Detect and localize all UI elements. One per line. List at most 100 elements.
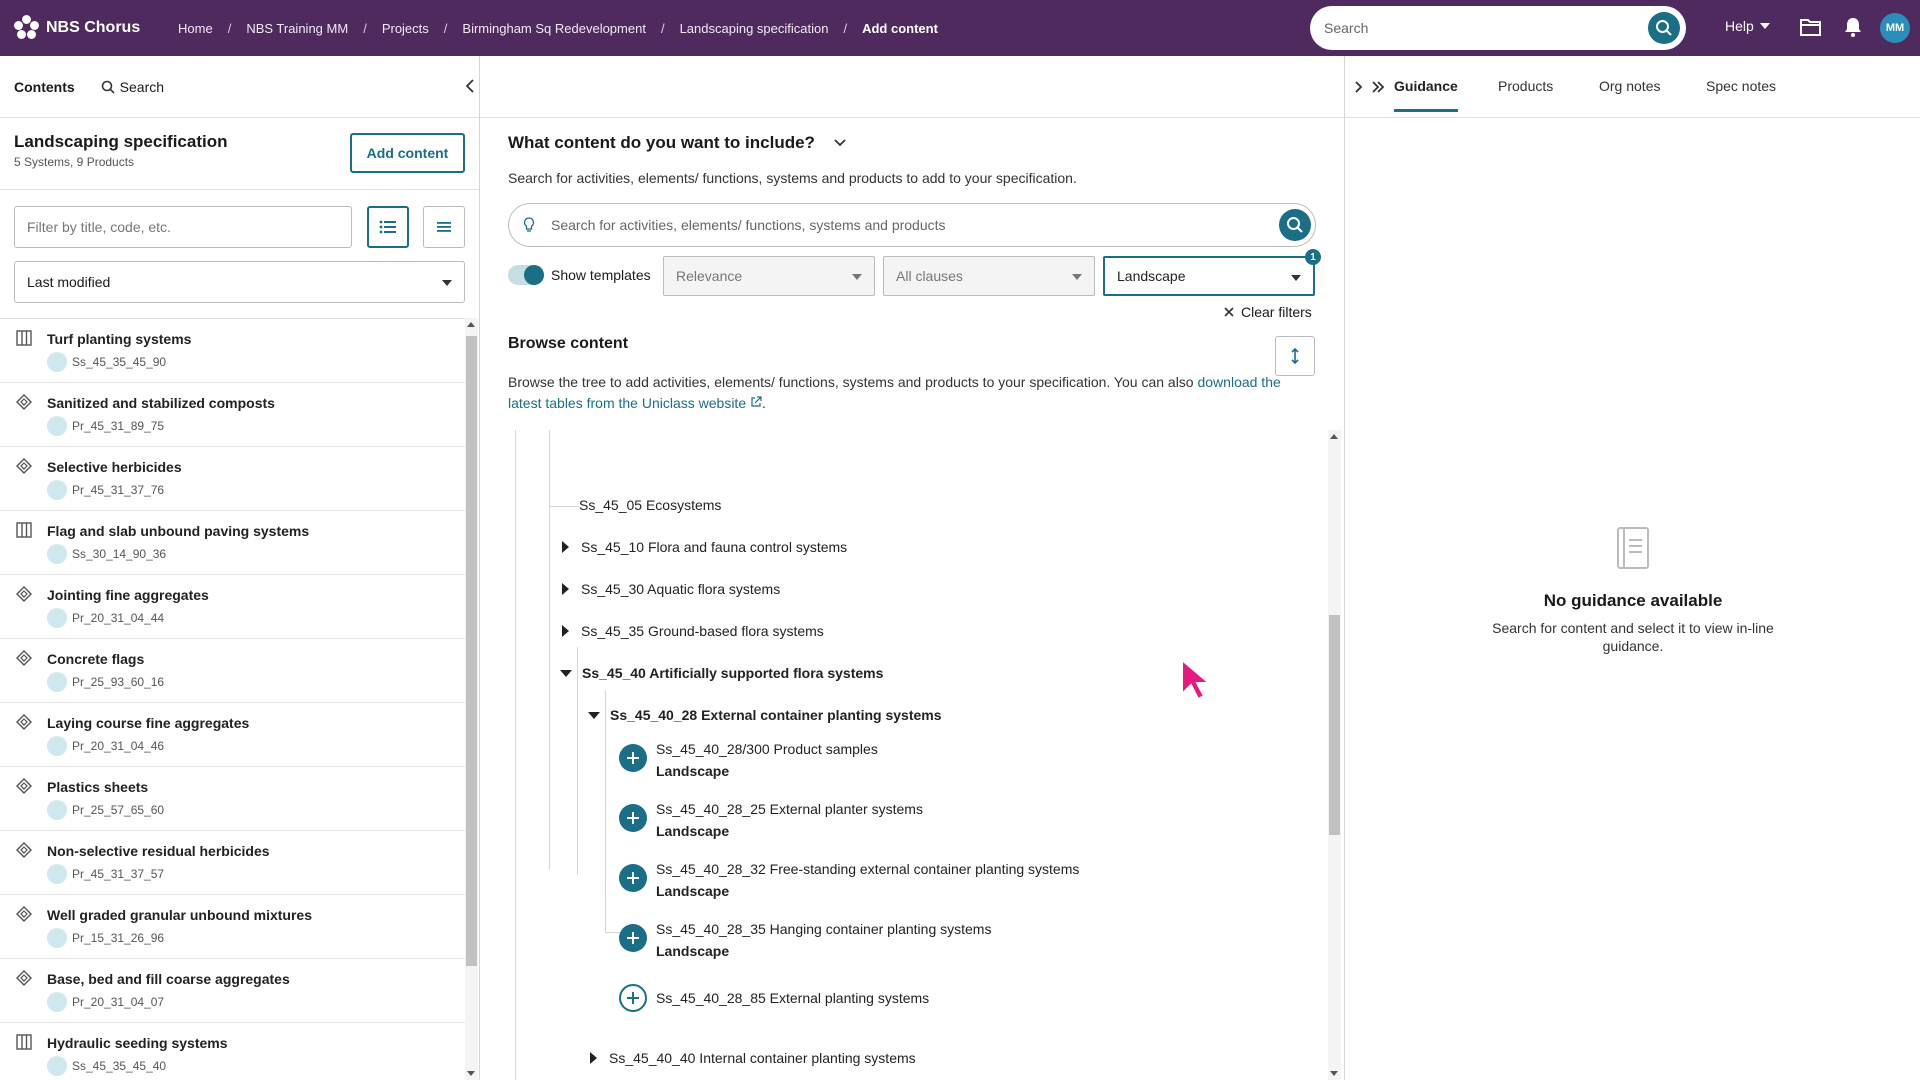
add-content-button[interactable]: Add content	[350, 133, 465, 173]
tree-node-artificially-supported[interactable]: Ss_45_40 Artificially supported flora sy…	[560, 665, 883, 681]
sort-select[interactable]: Last modified	[14, 261, 465, 303]
content-list-item[interactable]: Plastics sheets Pr_25_57_65_60	[0, 767, 465, 831]
content-item-code: Pr_20_31_04_07	[72, 995, 165, 1009]
show-templates-label: Show templates	[551, 267, 651, 283]
content-list-item[interactable]: Hydraulic seeding systems Ss_45_35_45_40	[0, 1023, 465, 1080]
breadcrumb: Home / NBS Training MM / Projects / Birm…	[178, 21, 938, 36]
tree-node-internal-container[interactable]: Ss_45_40_40 Internal container planting …	[590, 1050, 916, 1066]
global-search-button[interactable]	[1648, 12, 1680, 44]
scroll-down-arrow-icon[interactable]	[1330, 1071, 1338, 1076]
breadcrumb-organisation[interactable]: NBS Training MM	[246, 21, 348, 36]
list-view-icon	[379, 220, 396, 234]
tree-guide-line	[577, 647, 578, 875]
tab-guidance[interactable]: Guidance	[1394, 78, 1458, 112]
scrollbar-thumb[interactable]	[466, 336, 477, 966]
notifications-bell-icon[interactable]	[1843, 16, 1863, 38]
tab-search-label: Search	[119, 78, 165, 95]
breadcrumb-separator: /	[443, 20, 448, 36]
product-icon	[16, 906, 32, 922]
tree-node-ground-based[interactable]: Ss_45_35 Ground-based flora systems	[562, 623, 824, 639]
scope-dropdown[interactable]: Landscape 1	[1103, 249, 1321, 296]
clauses-dropdown[interactable]: All clauses	[883, 256, 1095, 296]
status-dot	[47, 1056, 67, 1076]
collapse-caret-icon[interactable]	[560, 669, 572, 677]
content-list-item[interactable]: Non-selective residual herbicides Pr_45_3…	[0, 831, 465, 895]
tree-node-aquatic[interactable]: Ss_45_30 Aquatic flora systems	[562, 581, 780, 597]
tab-spec-notes[interactable]: Spec notes	[1706, 78, 1776, 94]
product-icon	[16, 394, 32, 410]
scroll-up-arrow-icon[interactable]	[1330, 434, 1338, 439]
content-list-item[interactable]: Well graded granular unbound mixtures Pr_…	[0, 895, 465, 959]
tree-scrollbar[interactable]	[1328, 430, 1341, 1080]
content-list-item[interactable]: Base, bed and fill coarse aggregates Pr_2…	[0, 959, 465, 1023]
breadcrumb-projects[interactable]: Projects	[382, 21, 429, 36]
scroll-up-arrow-icon[interactable]	[467, 322, 475, 327]
tree-item-title[interactable]: Ss_45_40_28_25 External planter systems	[656, 801, 923, 817]
filter-input[interactable]	[14, 206, 352, 248]
content-list-item[interactable]: Jointing fine aggregates Pr_20_31_04_44	[0, 575, 465, 639]
list-view-button[interactable]	[367, 206, 409, 248]
tree-node-flora-fauna[interactable]: Ss_45_10 Flora and fauna control systems	[562, 539, 847, 555]
tree-item-title[interactable]: Ss_45_40_28_85 External planting systems	[656, 990, 929, 1006]
content-list-item[interactable]: Flag and slab unbound paving systems Ss_3…	[0, 511, 465, 575]
product-icon	[16, 586, 32, 602]
clear-filters-button[interactable]: Clear filters	[1224, 304, 1312, 320]
breadcrumb-specification[interactable]: Landscaping specification	[680, 21, 829, 36]
collapse-caret-icon[interactable]	[588, 711, 600, 719]
add-to-spec-button[interactable]	[619, 924, 647, 952]
collapse-panel-chevron-left-icon[interactable]	[463, 78, 477, 94]
add-content-main: What content do you want to include? Sea…	[480, 56, 1344, 1080]
expand-caret-icon[interactable]	[562, 583, 569, 595]
content-list-item[interactable]: Turf planting systems Ss_45_35_45_90	[0, 319, 465, 383]
content-item-code-row: Pr_45_31_37_57	[47, 864, 465, 884]
expand-caret-icon[interactable]	[590, 1052, 597, 1064]
status-dot	[47, 928, 67, 948]
double-chevron-right-icon[interactable]	[1371, 80, 1385, 94]
scrollbar-thumb[interactable]	[1329, 615, 1340, 835]
content-list-item[interactable]: Selective herbicides Pr_45_31_37_76	[0, 447, 465, 511]
app-logo[interactable]: NBS Chorus	[14, 15, 142, 41]
folder-icon[interactable]	[1799, 16, 1823, 38]
tree-node-external-container[interactable]: Ss_45_40_28 External container planting …	[588, 707, 942, 723]
content-list-item[interactable]: Sanitized and stabilized composts Pr_45_3…	[0, 383, 465, 447]
content-list-scrollbar[interactable]	[465, 318, 478, 1080]
content-search-input[interactable]	[551, 217, 1251, 233]
expand-collapse-tree-button[interactable]	[1275, 336, 1315, 376]
tree-item-title[interactable]: Ss_45_40_28/300 Product samples	[656, 741, 878, 757]
add-to-spec-button[interactable]	[619, 984, 647, 1012]
chevron-right-icon[interactable]	[1353, 80, 1363, 94]
compact-view-button[interactable]	[423, 206, 465, 248]
add-to-spec-button[interactable]	[619, 804, 647, 832]
tab-search[interactable]: Search	[101, 79, 164, 95]
relevance-dropdown[interactable]: Relevance	[663, 256, 875, 296]
content-search-button[interactable]	[1279, 209, 1311, 241]
add-to-spec-button[interactable]	[619, 864, 647, 892]
content-item-title: Turf planting systems	[47, 331, 192, 347]
content-list-item[interactable]: Laying course fine aggregates Pr_20_31_04…	[0, 703, 465, 767]
show-templates-toggle[interactable]	[508, 265, 544, 285]
content-list-item[interactable]: Concrete flags Pr_25_93_60_16	[0, 639, 465, 703]
status-dot	[47, 864, 67, 884]
tab-org-notes[interactable]: Org notes	[1599, 78, 1660, 94]
breadcrumb-current: Add content	[862, 20, 938, 36]
expand-caret-icon[interactable]	[562, 625, 569, 637]
help-menu[interactable]: Help	[1725, 18, 1770, 34]
tab-contents[interactable]: Contents	[14, 79, 75, 95]
tree-item-title[interactable]: Ss_45_40_28_35 Hanging container plantin…	[656, 921, 991, 937]
content-question[interactable]: What content do you want to include?	[508, 133, 847, 153]
tree-node-ecosystems[interactable]: Ss_45_05 Ecosystems	[579, 497, 721, 513]
scroll-down-arrow-icon[interactable]	[467, 1071, 475, 1076]
user-avatar[interactable]: MM	[1880, 13, 1910, 43]
breadcrumb-project[interactable]: Birmingham Sq Redevelopment	[462, 21, 646, 36]
breadcrumb-home[interactable]: Home	[178, 21, 213, 36]
global-search-input[interactable]	[1324, 20, 1624, 36]
status-dot	[47, 416, 67, 436]
tree-item-title[interactable]: Ss_45_40_28_32 Free-standing external co…	[656, 861, 1079, 877]
chevron-down-icon	[442, 280, 452, 286]
expand-caret-icon[interactable]	[562, 541, 569, 553]
system-icon	[16, 522, 32, 538]
content-item-title: Selective herbicides	[47, 459, 182, 475]
tab-products[interactable]: Products	[1498, 78, 1553, 94]
content-item-code: Pr_20_31_04_44	[72, 611, 165, 625]
add-to-spec-button[interactable]	[619, 744, 647, 772]
